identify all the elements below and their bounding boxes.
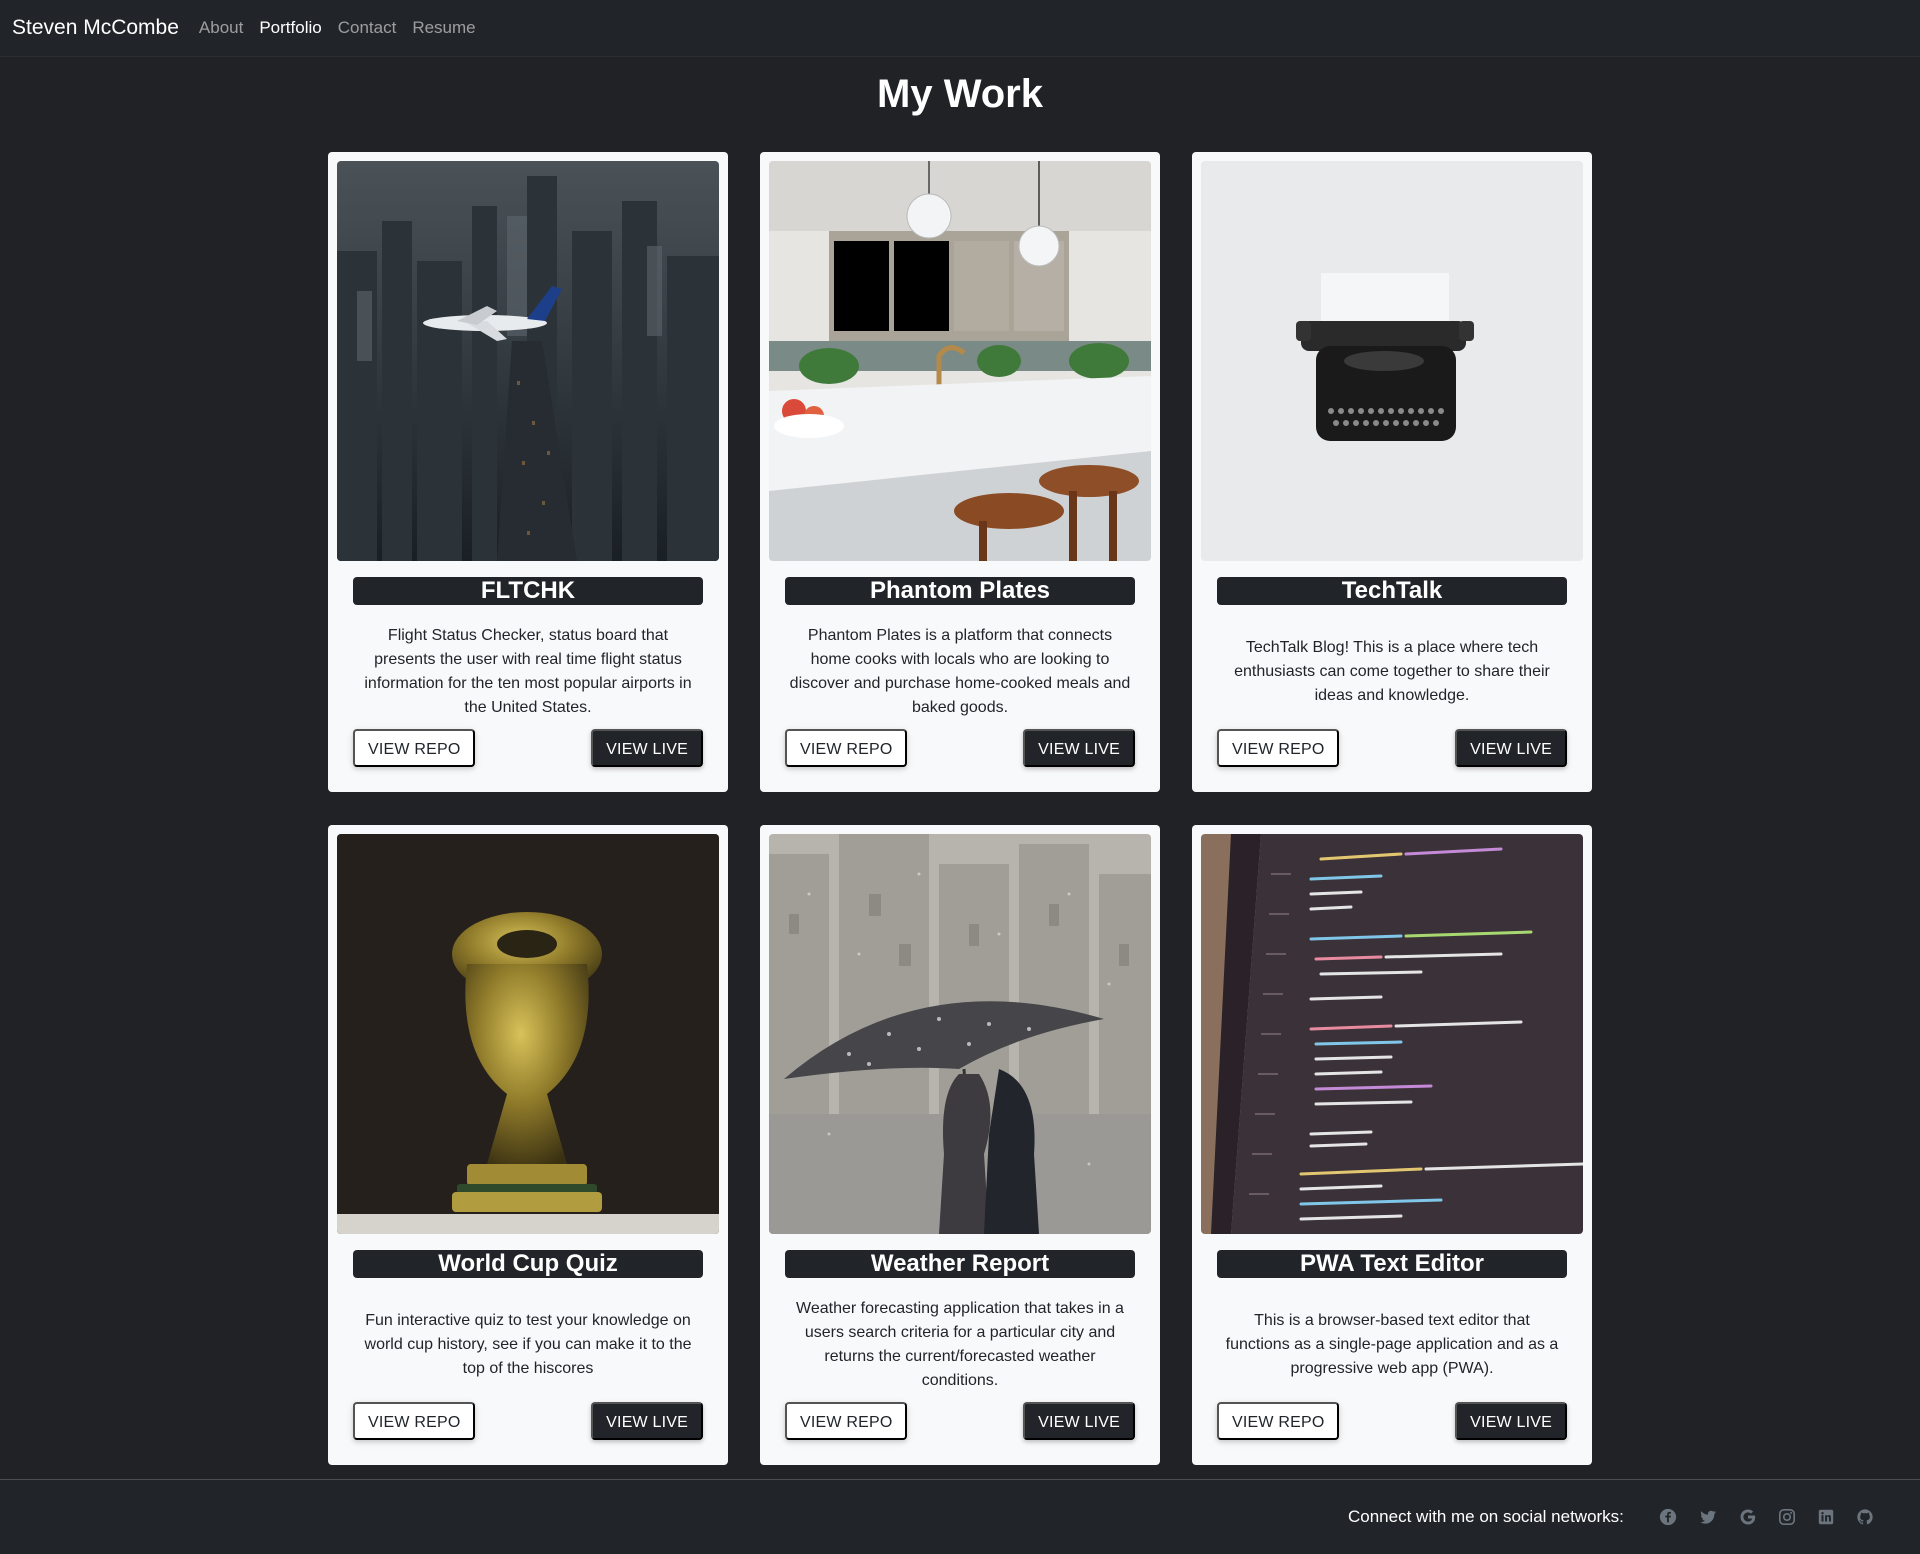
project-card-fltchk: FLTCHK Flight Status Checker, status boa… <box>328 152 728 792</box>
view-repo-button[interactable]: VIEW REPO <box>1217 729 1340 767</box>
footer-text: Connect with me on social networks: <box>1348 1507 1624 1526</box>
instagram-icon[interactable] <box>1778 1508 1798 1528</box>
project-card-world-cup-quiz: World Cup Quiz Fun interactive quiz to t… <box>328 825 728 1465</box>
description-line: conditions. <box>921 1372 999 1389</box>
project-image-world-cup-quiz <box>337 834 719 1234</box>
nav-link-resume[interactable]: Resume <box>404 18 483 38</box>
nav-link-about[interactable]: About <box>191 18 251 38</box>
description-line: information for the ten most popular air… <box>364 675 692 692</box>
description-line: presents the user with real time flight … <box>374 651 682 668</box>
project-description: Flight Status Checker, status board that… <box>348 622 708 722</box>
project-card-pwa-text-editor: PWA Text Editor This is a browser-based … <box>1192 825 1592 1465</box>
project-description: This is a browser-based text editor that… <box>1212 1295 1572 1395</box>
project-card-phantom-plates: Phantom Plates Phantom Plates is a platf… <box>760 152 1160 792</box>
twitter-icon[interactable] <box>1699 1508 1719 1528</box>
project-description: Weather forecasting application that tak… <box>780 1295 1140 1395</box>
footer: Connect with me on social networks: <box>0 1479 1920 1554</box>
description-line: progressive web app (PWA). <box>1290 1360 1494 1377</box>
view-live-button[interactable]: VIEW LIVE <box>1455 1402 1567 1440</box>
description-line: users search criteria for a particular c… <box>804 1324 1116 1341</box>
description-line: TechTalk Blog! This is a place where tec… <box>1245 639 1539 656</box>
project-image-weather-report <box>769 834 1151 1234</box>
description-line: home cooks with locals who are looking t… <box>810 651 1110 668</box>
description-line: Weather forecasting application that tak… <box>796 1300 1124 1317</box>
project-title: TechTalk <box>1217 577 1567 605</box>
description-line: world cup history, see if you can make i… <box>364 1336 692 1353</box>
project-title: World Cup Quiz <box>353 1250 703 1278</box>
project-description: TechTalk Blog! This is a place where tec… <box>1212 622 1572 722</box>
view-live-button[interactable]: VIEW LIVE <box>591 1402 703 1440</box>
google-icon[interactable] <box>1739 1508 1759 1528</box>
project-image-fltchk <box>337 161 719 561</box>
description-line: Phantom Plates is a platform that connec… <box>807 627 1113 644</box>
nav-link-contact[interactable]: Contact <box>330 18 405 38</box>
project-card-weather-report: Weather Report Weather forecasting appli… <box>760 825 1160 1465</box>
view-repo-button[interactable]: VIEW REPO <box>1217 1402 1340 1440</box>
github-icon[interactable] <box>1856 1508 1876 1528</box>
view-repo-button[interactable]: VIEW REPO <box>353 1402 476 1440</box>
project-card-techtalk: TechTalk TechTalk Blog! This is a place … <box>1192 152 1592 792</box>
description-line: discover and purchase home-cooked meals … <box>789 675 1131 692</box>
brand-link[interactable]: Steven McCombe <box>12 16 179 40</box>
linkedin-icon[interactable] <box>1817 1508 1837 1528</box>
project-image-techtalk <box>1201 161 1583 561</box>
description-line: functions as a single-page application a… <box>1225 1336 1559 1353</box>
project-description: Fun interactive quiz to test your knowle… <box>348 1295 708 1395</box>
view-repo-button[interactable]: VIEW REPO <box>785 729 908 767</box>
description-line: enthusiasts can come together to share t… <box>1234 663 1550 680</box>
description-line: This is a browser-based text editor that <box>1254 1312 1530 1329</box>
navbar: Steven McCombe About Portfolio Contact R… <box>0 0 1920 57</box>
description-line: Flight Status Checker, status board that <box>387 627 669 644</box>
project-title: FLTCHK <box>353 577 703 605</box>
description-line: returns the current/forecasted weather <box>824 1348 1096 1365</box>
nav-link-portfolio[interactable]: Portfolio <box>251 18 329 38</box>
description-line: baked goods. <box>911 699 1009 716</box>
description-line: the United States. <box>464 699 592 716</box>
project-grid: FLTCHK Flight Status Checker, status boa… <box>328 152 1592 1465</box>
project-image-phantom-plates <box>769 161 1151 561</box>
project-title: PWA Text Editor <box>1217 1250 1567 1278</box>
view-live-button[interactable]: VIEW LIVE <box>1023 1402 1135 1440</box>
project-title: Weather Report <box>785 1250 1135 1278</box>
view-repo-button[interactable]: VIEW REPO <box>353 729 476 767</box>
description-line: ideas and knowledge. <box>1314 687 1470 704</box>
view-live-button[interactable]: VIEW LIVE <box>591 729 703 767</box>
view-repo-button[interactable]: VIEW REPO <box>785 1402 908 1440</box>
facebook-icon[interactable] <box>1659 1508 1679 1528</box>
description-line: top of the hiscores <box>462 1360 594 1377</box>
project-description: Phantom Plates is a platform that connec… <box>780 622 1140 722</box>
project-title: Phantom Plates <box>785 577 1135 605</box>
project-image-pwa-text-editor <box>1201 834 1583 1234</box>
page-title: My Work <box>877 72 1043 116</box>
view-live-button[interactable]: VIEW LIVE <box>1023 729 1135 767</box>
description-line: Fun interactive quiz to test your knowle… <box>365 1312 691 1329</box>
view-live-button[interactable]: VIEW LIVE <box>1455 729 1567 767</box>
